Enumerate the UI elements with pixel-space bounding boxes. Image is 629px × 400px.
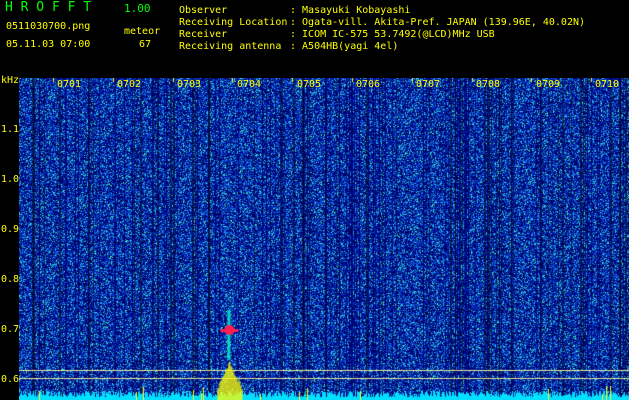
time-tick-0701: 0701 <box>57 79 82 90</box>
time-tick-0708: 0708 <box>476 79 501 90</box>
info-value-location: : Ogata-vill. Akita-Pref. JAPAN (139.96E… <box>290 17 586 28</box>
info-key-receiver: Receiver <box>179 29 228 40</box>
y-tick-0-9: 0.9 <box>1 224 20 235</box>
info-key-location: Receiving Location <box>179 17 288 28</box>
spectrogram-canvas <box>19 78 629 400</box>
y-axis-unit: kHz <box>1 75 20 86</box>
time-tick-0702: 0702 <box>117 79 142 90</box>
y-tick-0-6: 0.6 <box>1 374 20 385</box>
y-tick-0-7: 0.7 <box>1 324 20 335</box>
time-tick-0710: 0710 <box>595 79 620 90</box>
date-time: 05.11.03 07:00 <box>6 39 91 50</box>
time-tick-0709: 0709 <box>536 79 561 90</box>
time-tick-0705: 0705 <box>297 79 322 90</box>
info-value-receiver: : ICOM IC-575 53.7492(@LCD)MHz USB <box>290 29 495 40</box>
info-key-observer: Observer <box>179 5 228 16</box>
hroft-screen: H R O F F T 1.00 0511030700.png meteor 0… <box>0 0 629 400</box>
info-value-observer: : Masayuki Kobayashi <box>290 5 411 16</box>
y-tick-0-8: 0.8 <box>1 274 20 285</box>
app-title: H R O F F T <box>5 0 92 15</box>
y-tick-1-1: 1.1 <box>1 124 20 135</box>
info-value-antenna: : A504HB(yagi 4el) <box>290 41 399 52</box>
time-tick-0704: 0704 <box>237 79 262 90</box>
time-tick-0706: 0706 <box>356 79 381 90</box>
y-tick-1-0: 1.0 <box>1 174 20 185</box>
time-tick-0707: 0707 <box>416 79 441 90</box>
info-key-antenna: Receiving antenna <box>179 41 282 52</box>
file-name: 0511030700.png <box>6 21 91 32</box>
time-tick-0703: 0703 <box>177 79 202 90</box>
meteor-count: 67 <box>139 39 152 50</box>
meteor-label: meteor <box>124 26 161 37</box>
app-version: 1.00 <box>124 2 151 15</box>
